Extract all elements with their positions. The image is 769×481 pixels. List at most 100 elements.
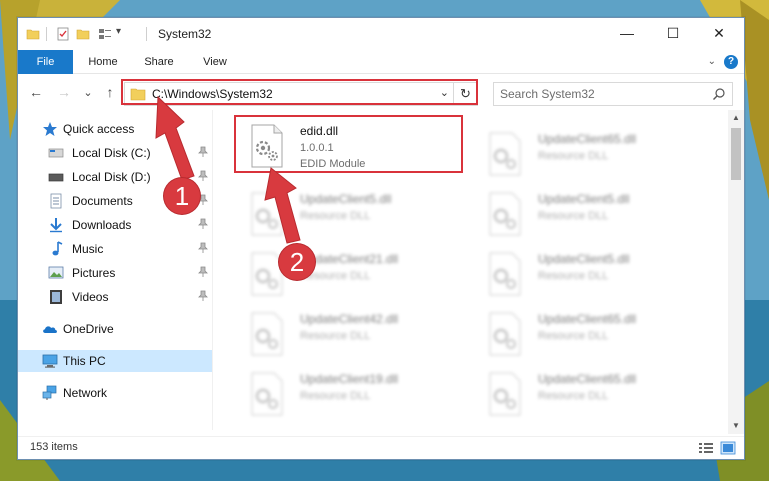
scroll-down-icon[interactable]: ▼ xyxy=(728,418,744,434)
sidebar-item-label: Network xyxy=(63,386,108,400)
file-item[interactable]: UpdateClient65.dll Resource DLL xyxy=(476,364,704,418)
scroll-thumb[interactable] xyxy=(731,128,741,180)
sidebar-item-music[interactable]: Music xyxy=(18,238,212,260)
file-description: Resource DLL xyxy=(538,390,609,402)
back-button[interactable]: ← xyxy=(26,82,46,102)
sidebar-item-label: Music xyxy=(72,242,104,256)
file-item[interactable]: UpdateClient21.dll Resource DLL xyxy=(238,244,466,298)
navigation-pane: Quick access Local Disk (C:) Local Disk … xyxy=(18,110,212,430)
sidebar-item-pictures[interactable]: Pictures xyxy=(18,262,212,284)
folder-icon xyxy=(26,29,40,40)
file-item[interactable]: UpdateClient65.dll Resource DLL xyxy=(476,124,704,178)
new-folder-icon[interactable] xyxy=(76,27,90,41)
status-bar: 153 items xyxy=(18,436,744,459)
file-description: Resource DLL xyxy=(300,390,371,402)
file-name: UpdateClient42.dll xyxy=(300,312,399,326)
file-name: UpdateClient5.dll xyxy=(538,192,630,206)
dll-file-icon xyxy=(489,252,521,296)
file-item[interactable]: UpdateClient65.dll Resource DLL xyxy=(476,304,704,358)
music-icon xyxy=(52,241,63,256)
sidebar-item-local-disk-c[interactable]: Local Disk (C:) xyxy=(18,142,212,164)
file-item[interactable]: UpdateClient19.dll Resource DLL xyxy=(238,364,466,418)
pin-icon[interactable] xyxy=(198,146,208,158)
tab-view[interactable]: View xyxy=(192,50,238,74)
file-name: UpdateClient65.dll xyxy=(538,132,637,146)
pin-icon[interactable] xyxy=(198,218,208,230)
downloads-icon xyxy=(50,218,62,233)
pane-divider[interactable] xyxy=(212,110,213,430)
sidebar-item-network[interactable]: Network xyxy=(18,382,212,404)
file-item[interactable]: UpdateClient5.dll Resource DLL xyxy=(476,244,704,298)
file-description: Resource DLL xyxy=(300,330,371,342)
sidebar-item-videos[interactable]: Videos xyxy=(18,286,212,308)
dll-file-icon xyxy=(251,192,283,236)
window-title: System32 xyxy=(158,27,212,41)
details-view-icon[interactable] xyxy=(698,441,714,455)
file-item[interactable]: UpdateClient5.dll Resource DLL xyxy=(476,184,704,238)
dll-file-icon xyxy=(489,372,521,416)
file-name: UpdateClient65.dll xyxy=(538,372,637,386)
divider xyxy=(46,27,47,41)
network-icon xyxy=(42,385,57,400)
tab-home[interactable]: Home xyxy=(80,50,126,74)
sidebar-item-label: Videos xyxy=(72,290,109,304)
step-badge-1: 1 xyxy=(164,178,200,214)
sidebar-item-label: Pictures xyxy=(72,266,116,280)
maximize-button[interactable]: ☐ xyxy=(650,18,696,48)
sidebar-item-quick-access[interactable]: Quick access xyxy=(18,118,212,140)
star-icon xyxy=(43,122,57,136)
computer-icon xyxy=(42,354,58,368)
recent-locations-button[interactable]: ⌄ xyxy=(78,82,98,102)
file-description: Resource DLL xyxy=(300,210,371,222)
customize-toolbar-icon[interactable] xyxy=(98,27,112,41)
pictures-icon xyxy=(48,266,64,279)
file-name: UpdateClient65.dll xyxy=(538,312,637,326)
file-description: Resource DLL xyxy=(538,150,609,162)
sidebar-item-label: Local Disk (D:) xyxy=(72,170,151,184)
address-bar-highlight xyxy=(121,79,478,105)
file-name: UpdateClient5.dll xyxy=(300,192,392,206)
drive-icon xyxy=(48,148,64,158)
help-icon[interactable]: ? xyxy=(724,55,738,69)
vertical-scrollbar[interactable]: ▲ ▼ xyxy=(728,110,744,434)
close-button[interactable]: ✕ xyxy=(696,18,742,48)
file-description: Resource DLL xyxy=(538,330,609,342)
pin-icon[interactable] xyxy=(198,242,208,254)
file-description: Resource DLL xyxy=(538,210,609,222)
search-box[interactable] xyxy=(493,82,733,106)
sidebar-item-label: OneDrive xyxy=(63,322,114,336)
file-item[interactable]: UpdateClient42.dll Resource DLL xyxy=(238,304,466,358)
videos-icon xyxy=(50,290,62,304)
dll-file-icon xyxy=(489,132,521,176)
properties-icon[interactable] xyxy=(56,27,70,41)
drive-icon xyxy=(48,173,64,182)
scroll-up-icon[interactable]: ▲ xyxy=(728,110,744,126)
pin-icon[interactable] xyxy=(198,170,208,182)
file-highlight xyxy=(234,115,463,173)
tiles-view-icon[interactable] xyxy=(720,441,736,455)
item-count: 153 items xyxy=(30,441,78,453)
tab-file[interactable]: File xyxy=(18,50,73,74)
up-button[interactable]: ↑ xyxy=(100,82,120,102)
sidebar-item-this-pc[interactable]: This PC xyxy=(18,350,212,372)
dll-file-icon xyxy=(489,192,521,236)
sidebar-item-downloads[interactable]: Downloads xyxy=(18,214,212,236)
sidebar-item-label: Documents xyxy=(72,194,133,208)
onedrive-icon xyxy=(43,326,57,333)
dll-file-icon xyxy=(251,372,283,416)
file-description: Resource DLL xyxy=(538,270,609,282)
sidebar-item-label: This PC xyxy=(63,354,106,368)
file-item[interactable]: UpdateClient5.dll Resource DLL xyxy=(238,184,466,238)
tab-share[interactable]: Share xyxy=(136,50,182,74)
pin-icon[interactable] xyxy=(198,266,208,278)
search-input[interactable] xyxy=(500,86,700,102)
sidebar-item-onedrive[interactable]: OneDrive xyxy=(18,318,212,340)
pin-icon[interactable] xyxy=(198,290,208,302)
search-icon[interactable] xyxy=(712,87,726,101)
file-name: UpdateClient19.dll xyxy=(300,372,399,386)
chevron-down-icon[interactable]: ▾ xyxy=(116,26,121,37)
forward-button[interactable]: → xyxy=(54,82,74,102)
sidebar-item-label: Downloads xyxy=(72,218,132,232)
minimize-button[interactable]: — xyxy=(604,18,650,48)
expand-ribbon-icon[interactable]: ⌄ xyxy=(708,56,716,67)
